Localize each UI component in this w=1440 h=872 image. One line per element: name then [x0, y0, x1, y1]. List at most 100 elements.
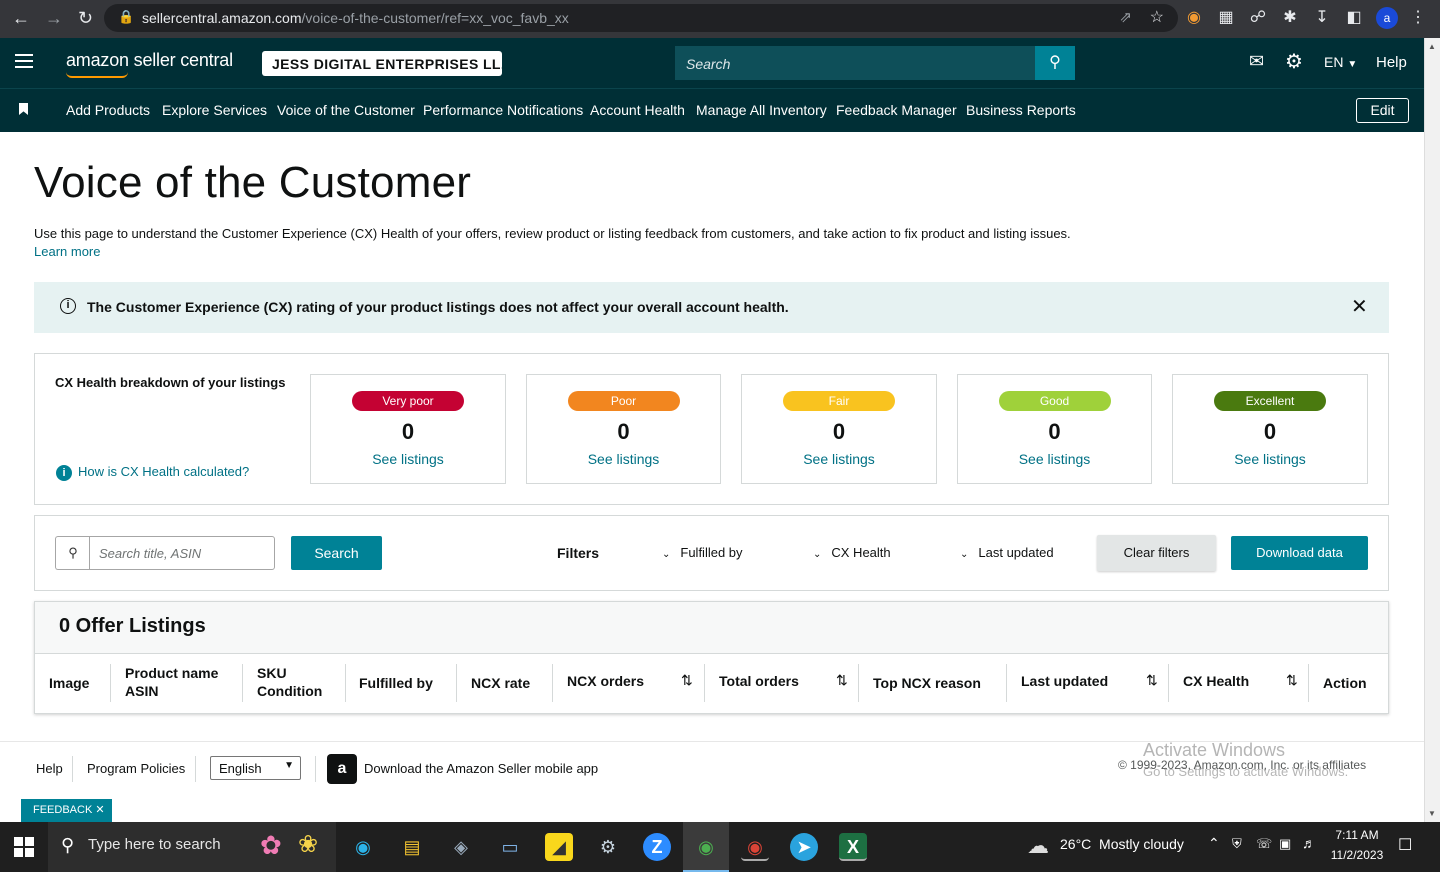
- tray-chevron-up-icon[interactable]: ⌃: [1208, 835, 1220, 852]
- fulfilled-by-dropdown[interactable]: ⌄ Fulfilled by: [662, 545, 743, 560]
- mail-icon[interactable]: ✉: [1249, 51, 1264, 72]
- gear-icon[interactable]: ⚙: [1285, 49, 1303, 74]
- back-icon[interactable]: ←: [12, 8, 30, 29]
- extension-2-icon[interactable]: ▦: [1216, 8, 1236, 28]
- column-divider: [704, 664, 705, 702]
- volume-icon[interactable]: ♬: [1302, 835, 1316, 851]
- notepad-icon[interactable]: ▭: [496, 833, 524, 861]
- see-listings-link[interactable]: See listings: [742, 451, 936, 467]
- see-listings-link[interactable]: See listings: [311, 451, 505, 467]
- col-ncx-orders[interactable]: NCX orders: [567, 672, 644, 690]
- nav-account-health[interactable]: Account Health: [590, 102, 685, 118]
- global-search-button[interactable]: ⚲: [1035, 46, 1075, 80]
- see-listings-link[interactable]: See listings: [958, 451, 1151, 467]
- scroll-down-icon[interactable]: ▼: [1428, 809, 1436, 818]
- extension-1-icon[interactable]: ◉: [1184, 8, 1204, 28]
- feedback-label: FEEDBACK: [33, 804, 93, 816]
- weather-text[interactable]: 26°C Mostly cloudy: [1060, 836, 1184, 852]
- nav-add-products[interactable]: Add Products: [66, 102, 150, 118]
- how-cx-calculated-link[interactable]: i How is CX Health calculated?: [56, 464, 249, 481]
- col-total-orders[interactable]: Total orders: [719, 672, 799, 690]
- reload-icon[interactable]: ↻: [78, 8, 93, 29]
- download-icon[interactable]: ↧: [1312, 8, 1332, 28]
- learn-more-link[interactable]: Learn more: [34, 244, 100, 259]
- hamburger-menu-icon[interactable]: [15, 54, 33, 68]
- nav-feedback-manager[interactable]: Feedback Manager: [836, 102, 957, 118]
- meet-now-icon[interactable]: ☏: [1256, 836, 1272, 852]
- amazon-logo[interactable]: amazon seller central: [66, 50, 233, 71]
- alert-text: The Customer Experience (CX) rating of y…: [87, 299, 789, 315]
- extensions-puzzle-icon[interactable]: ✱: [1280, 8, 1300, 28]
- telegram-icon[interactable]: ➤: [790, 833, 818, 861]
- col-cx-health[interactable]: CX Health: [1183, 672, 1249, 690]
- close-icon[interactable]: ✕: [95, 804, 104, 816]
- file-explorer-icon[interactable]: ▤: [398, 833, 426, 861]
- sort-icon[interactable]: ⇅: [1286, 672, 1298, 689]
- taskbar-search-box[interactable]: ⚲ Type here to search ✿ ❀: [48, 822, 336, 872]
- bookmark-icon[interactable]: [19, 103, 28, 115]
- security-icon[interactable]: ⛨: [1232, 836, 1242, 852]
- cx-card-good: Good 0 See listings: [957, 374, 1152, 484]
- nav-voice-of-customer[interactable]: Voice of the Customer: [277, 102, 415, 118]
- col-ncx-rate: NCX rate: [471, 675, 531, 691]
- feedback-tab[interactable]: FEEDBACK ✕: [21, 799, 112, 822]
- amazon-app-icon[interactable]: a: [327, 754, 357, 784]
- sticky-notes-icon[interactable]: ◢: [545, 833, 573, 861]
- profile-avatar[interactable]: a: [1376, 7, 1398, 29]
- chrome-profile-icon[interactable]: ◉: [741, 833, 769, 861]
- chrome-active-tab[interactable]: ◉: [683, 822, 729, 872]
- nav-explore-services[interactable]: Explore Services: [162, 102, 267, 118]
- see-listings-link[interactable]: See listings: [1173, 451, 1367, 467]
- language-select[interactable]: English ▼: [210, 756, 301, 780]
- sidepanel-icon[interactable]: ◧: [1344, 8, 1364, 28]
- col-condition-label: Condition: [257, 683, 323, 699]
- paint-icon[interactable]: ◈: [447, 833, 475, 861]
- clear-filters-button[interactable]: Clear filters: [1097, 535, 1216, 571]
- help-link[interactable]: Help: [1376, 54, 1407, 71]
- listing-search-button[interactable]: Search: [291, 536, 382, 570]
- activate-windows-subtitle: Go to Settings to activate Windows.: [1143, 764, 1349, 779]
- address-bar[interactable]: 🔒 sellercentral.amazon.com/voice-of-the-…: [104, 4, 1178, 32]
- col-last-updated[interactable]: Last updated: [1021, 672, 1108, 690]
- network-icon[interactable]: ▣: [1279, 836, 1291, 852]
- page-scrollbar[interactable]: ▲ ▼: [1424, 38, 1440, 822]
- chevron-down-icon: ⌄: [813, 549, 822, 560]
- language-selector[interactable]: EN ▼: [1324, 54, 1357, 70]
- sort-icon[interactable]: ⇅: [681, 672, 693, 689]
- windows-start-icon[interactable]: [14, 837, 34, 857]
- excel-icon[interactable]: X: [839, 833, 867, 861]
- forward-icon[interactable]: →: [45, 8, 63, 29]
- sort-icon[interactable]: ⇅: [836, 672, 848, 689]
- last-updated-dropdown[interactable]: ⌄ Last updated: [960, 545, 1054, 560]
- edit-nav-button[interactable]: Edit: [1356, 98, 1409, 123]
- global-search-input[interactable]: Search: [675, 46, 1035, 80]
- col-product-name[interactable]: Product name ASIN: [125, 664, 218, 700]
- browser-toolbar: ← → ↻ 🔒 sellercentral.amazon.com/voice-o…: [0, 0, 1440, 38]
- bookmark-star-icon[interactable]: ☆: [1150, 7, 1164, 27]
- download-data-button[interactable]: Download data: [1231, 536, 1368, 570]
- scroll-up-icon[interactable]: ▲: [1428, 42, 1436, 51]
- see-listings-link[interactable]: See listings: [527, 451, 720, 467]
- account-switcher[interactable]: JESS DIGITAL ENTERPRISES LL...: [262, 51, 502, 76]
- share-icon[interactable]: ⇗: [1119, 8, 1132, 26]
- info-icon: i: [60, 298, 76, 314]
- mobile-app-link[interactable]: Download the Amazon Seller mobile app: [364, 761, 598, 776]
- sort-icon[interactable]: ⇅: [1146, 672, 1158, 689]
- nav-performance-notifications[interactable]: Performance Notifications: [423, 102, 583, 118]
- listing-search-input[interactable]: Search title, ASIN: [89, 536, 275, 570]
- cx-health-dropdown[interactable]: ⌄ CX Health: [813, 545, 891, 560]
- nav-business-reports[interactable]: Business Reports: [966, 102, 1076, 118]
- nav-manage-inventory[interactable]: Manage All Inventory: [696, 102, 827, 118]
- program-policies-link[interactable]: Program Policies: [87, 761, 185, 776]
- steam-icon[interactable]: ⚙: [594, 833, 622, 861]
- close-icon[interactable]: ✕: [1351, 294, 1368, 319]
- edge-icon[interactable]: ◉: [349, 833, 377, 861]
- col-sku[interactable]: SKU Condition: [257, 664, 322, 700]
- zoom-icon[interactable]: Z: [643, 833, 671, 861]
- extension-off-icon[interactable]: ☍: [1248, 8, 1268, 28]
- chrome-menu-icon[interactable]: ⋮: [1408, 8, 1428, 28]
- listings-table: [34, 601, 1389, 714]
- taskbar-clock[interactable]: 7:11 AM 11/2/2023: [1326, 825, 1388, 865]
- footer-help-link[interactable]: Help: [36, 761, 63, 776]
- notifications-icon[interactable]: ☐: [1398, 835, 1412, 855]
